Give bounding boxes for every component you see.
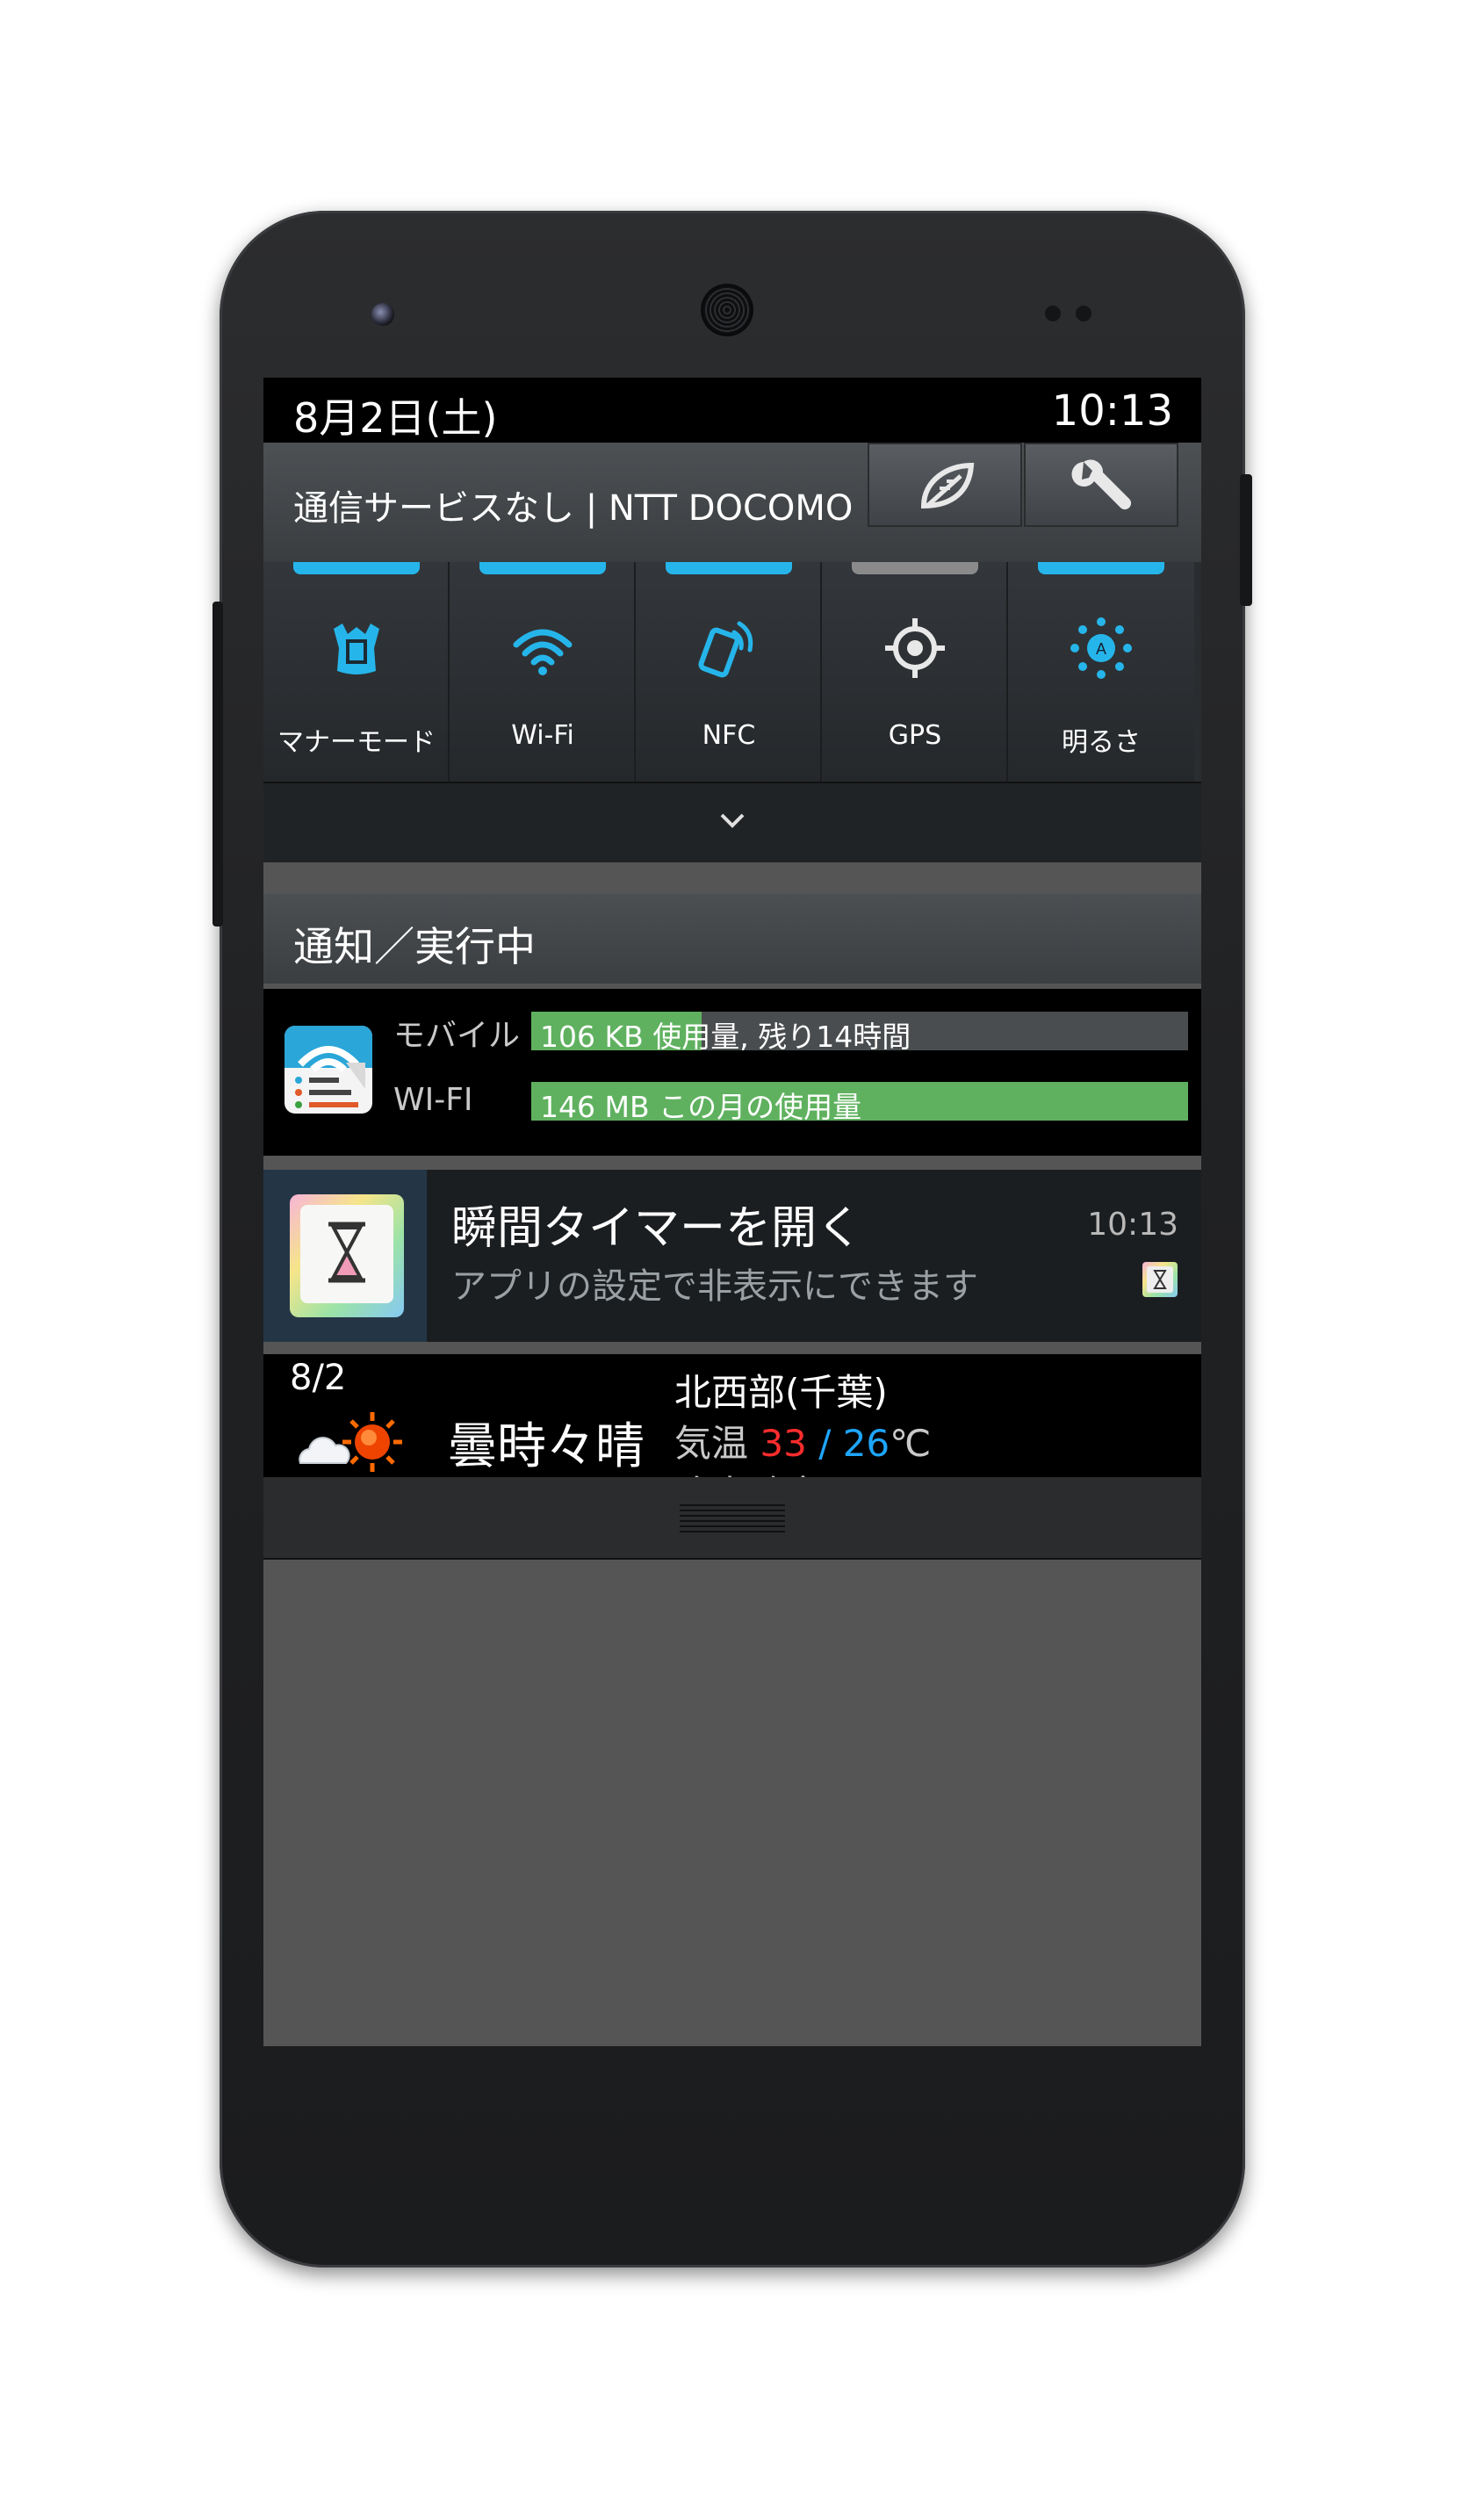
toggle-indicator: [293, 562, 420, 574]
power-button: [1240, 474, 1252, 606]
toggle-indicator: [852, 562, 978, 574]
carrier-label: 通信サービスなし | NTT DOCOMO: [293, 488, 854, 529]
status-date: 8月2日(土): [293, 394, 498, 442]
timer-app-icon-box: [263, 1170, 427, 1342]
data-usage-app-icon: [285, 1026, 372, 1114]
toggle-indicator: [666, 562, 792, 574]
temp-high: 33: [760, 1422, 807, 1465]
hourglass-small-icon: [1142, 1262, 1178, 1297]
proximity-sensor: [1045, 306, 1061, 321]
timer-notification[interactable]: 瞬間タイマーを開く アプリの設定で非表示にできます 10:13: [263, 1170, 1201, 1342]
weather-cut-line: 降水確率 30 %: [674, 1465, 927, 1477]
leaf-icon: [920, 462, 975, 509]
wrench-icon: [1071, 459, 1132, 510]
hourglass-icon: [290, 1194, 404, 1317]
light-sensor: [1076, 306, 1091, 321]
wifi-icon: [513, 629, 573, 675]
toggle-wifi[interactable]: Wi-Fi: [450, 562, 636, 782]
brightness-icon: A: [1070, 617, 1132, 679]
settings-button[interactable]: [1024, 443, 1178, 527]
wifi-usage-meter: 146 MB この月の使用量: [531, 1082, 1188, 1124]
manner-mode-icon: [334, 624, 379, 674]
toggle-gps[interactable]: GPS: [822, 562, 1008, 782]
quick-settings: マナーモード Wi-Fi NFC GPS A 明るさ: [263, 562, 1201, 782]
mobile-usage-meter: 106 KB 使用量, 残り14時間: [531, 1012, 1188, 1054]
gps-icon: [885, 618, 945, 678]
screen: 8月2日(土) 10:13 通信サービスなし | NTT DOCOMO マナーモ…: [263, 378, 1201, 2046]
weather-region: 北西部(千葉): [674, 1371, 888, 1414]
grip-handle-icon[interactable]: [680, 1500, 785, 1535]
toggle-label: GPS: [888, 720, 942, 751]
temp-separator: /: [818, 1422, 832, 1465]
cloudy-sunny-icon: [299, 1412, 402, 1472]
wifi-label: WI-FI: [393, 1082, 473, 1118]
toggle-indicator: [479, 562, 606, 574]
toggle-manner-mode[interactable]: マナーモード: [263, 562, 450, 782]
volume-button: [213, 602, 223, 926]
toggle-indicator: [1038, 562, 1164, 574]
toggle-label: NFC: [702, 720, 756, 751]
temp-low: 26: [842, 1422, 890, 1465]
mobile-label: モバイル: [393, 1018, 521, 1054]
eco-mode-button[interactable]: [868, 443, 1022, 527]
toggle-label: Wi-Fi: [511, 720, 574, 751]
toggle-nfc[interactable]: NFC: [636, 562, 822, 782]
timer-title: 瞬間タイマーを開く: [451, 1202, 863, 1255]
temp-unit: ℃: [890, 1422, 932, 1465]
temp-label: 気温: [674, 1422, 749, 1465]
timer-subtitle: アプリの設定で非表示にできます: [451, 1266, 978, 1307]
earpiece-speaker: [701, 284, 753, 336]
toggle-brightness[interactable]: A 明るさ: [1008, 562, 1194, 782]
svg-text:A: A: [1096, 640, 1106, 658]
chevron-down-icon[interactable]: [718, 810, 746, 831]
weather-date: 8/2: [290, 1358, 347, 1398]
weather-condition: 曇時々晴: [448, 1418, 645, 1475]
mobile-usage-text: 106 KB 使用量, 残り14時間: [540, 1020, 911, 1054]
weather-notification[interactable]: 8/2 曇時々晴 北西部(千葉) 気温 33 / 26℃ 降水確率 30 %: [263, 1354, 1201, 1477]
notification-header: 通信サービスなし | NTT DOCOMO: [263, 443, 1201, 562]
status-time: 10:13: [1051, 386, 1173, 436]
wifi-usage-text: 146 MB この月の使用量: [540, 1090, 862, 1124]
nfc-icon: [698, 621, 753, 678]
status-bar: 8月2日(土) 10:13: [263, 378, 1201, 443]
data-usage-notification[interactable]: モバイル 106 KB 使用量, 残り14時間 WI-FI 146 MB この月…: [263, 989, 1201, 1156]
front-camera: [371, 303, 394, 326]
expand-toggles-row[interactable]: [263, 782, 1201, 862]
drawer-handle[interactable]: [263, 1477, 1201, 1560]
toggle-label: 明るさ: [1062, 727, 1141, 758]
weather-temperature: 気温 33 / 26℃: [674, 1414, 931, 1467]
timer-time: 10:13: [1087, 1207, 1178, 1243]
notifications-header: 通知／実行中: [263, 894, 1201, 984]
toggle-label: マナーモード: [277, 727, 436, 758]
notifications-header-title: 通知／実行中: [293, 923, 536, 970]
